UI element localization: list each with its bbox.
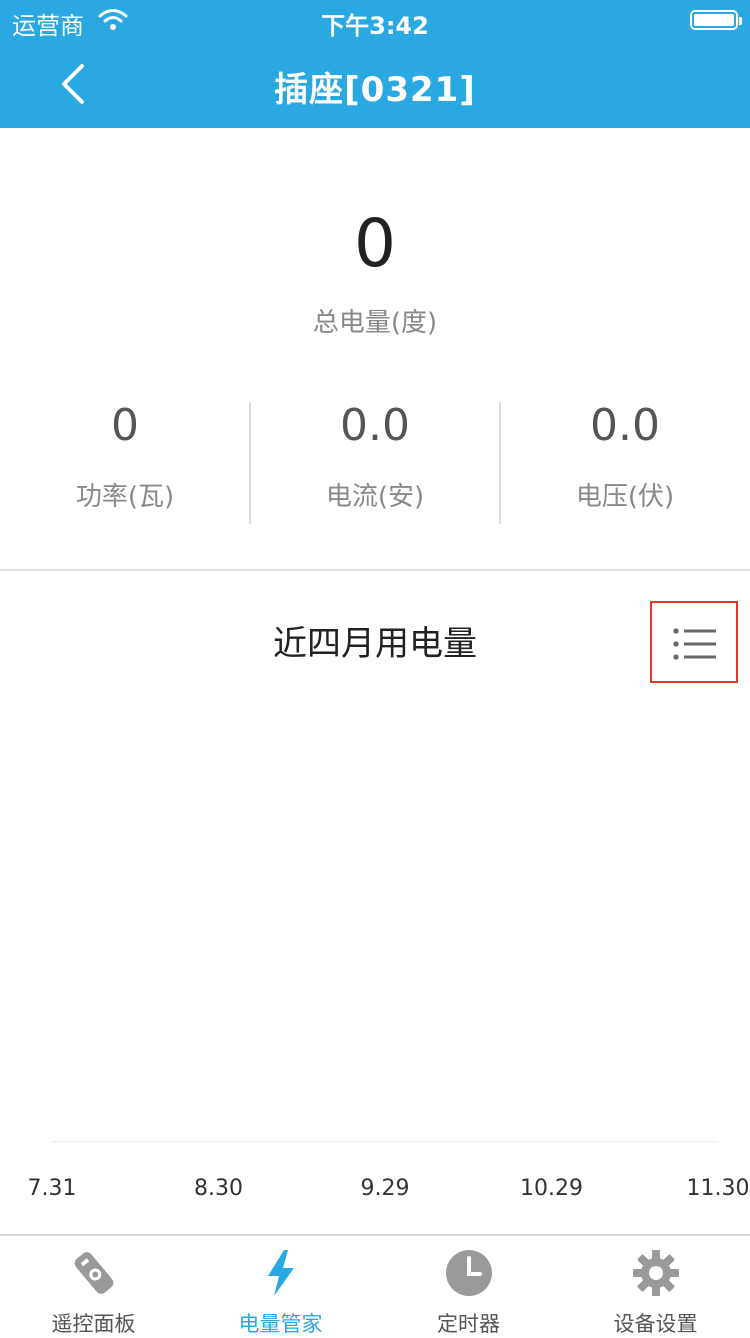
metric-divider — [249, 402, 251, 524]
metric-divider — [499, 402, 501, 524]
header-bar: 运营商 下午3:42 插座[0321] — [0, 0, 750, 128]
tab-device-settings[interactable]: 设备设置 — [562, 1236, 749, 1336]
tab-timer[interactable]: 定时器 — [375, 1236, 562, 1336]
total-energy-label: 总电量(度) — [312, 308, 438, 338]
metric-power: 0 功率(瓦) — [0, 400, 250, 524]
navigation-bar: 插座[0321] — [0, 40, 750, 128]
metrics-row: 0 功率(瓦) 0.0 电流(安) 0.0 电压(伏) — [0, 400, 750, 524]
metric-current: 0.0 电流(安) — [250, 400, 500, 524]
x-tick-label: 7.31 — [27, 1176, 77, 1201]
current-label: 电流(安) — [325, 482, 425, 512]
status-bar: 运营商 下午3:42 — [0, 0, 750, 40]
power-value: 0 — [111, 400, 139, 451]
remote-icon — [74, 1252, 114, 1294]
x-tick-label: 11.30 — [686, 1176, 750, 1201]
lightning-icon — [268, 1250, 294, 1296]
gear-icon — [633, 1250, 679, 1296]
metric-voltage: 0.0 电压(伏) — [500, 400, 750, 524]
x-tick-label: 8.30 — [194, 1176, 243, 1201]
x-tick-label: 10.29 — [520, 1176, 583, 1201]
battery-icon — [690, 10, 742, 30]
section-divider — [0, 569, 750, 571]
status-time: 下午3:42 — [321, 12, 429, 40]
total-energy-value: 0 — [354, 205, 396, 282]
voltage-value: 0.0 — [590, 400, 660, 451]
list-view-button[interactable] — [650, 601, 738, 683]
list-icon — [673, 628, 716, 660]
power-label: 功率(瓦) — [75, 482, 175, 512]
tab-bar: 遥控面板 电量管家 定时器 设备设置 — [0, 1234, 750, 1336]
tab-energy-manager[interactable]: 电量管家 — [187, 1236, 374, 1336]
page-title: 插座[0321] — [274, 70, 476, 110]
x-tick-label: 9.29 — [360, 1176, 410, 1201]
voltage-label: 电压(伏) — [575, 482, 675, 512]
chart-baseline — [52, 1141, 718, 1142]
current-value: 0.0 — [340, 400, 410, 451]
tab-remote-panel[interactable]: 遥控面板 — [0, 1236, 187, 1336]
chart-title: 近四月用电量 — [273, 624, 477, 664]
clock-icon — [446, 1250, 492, 1296]
